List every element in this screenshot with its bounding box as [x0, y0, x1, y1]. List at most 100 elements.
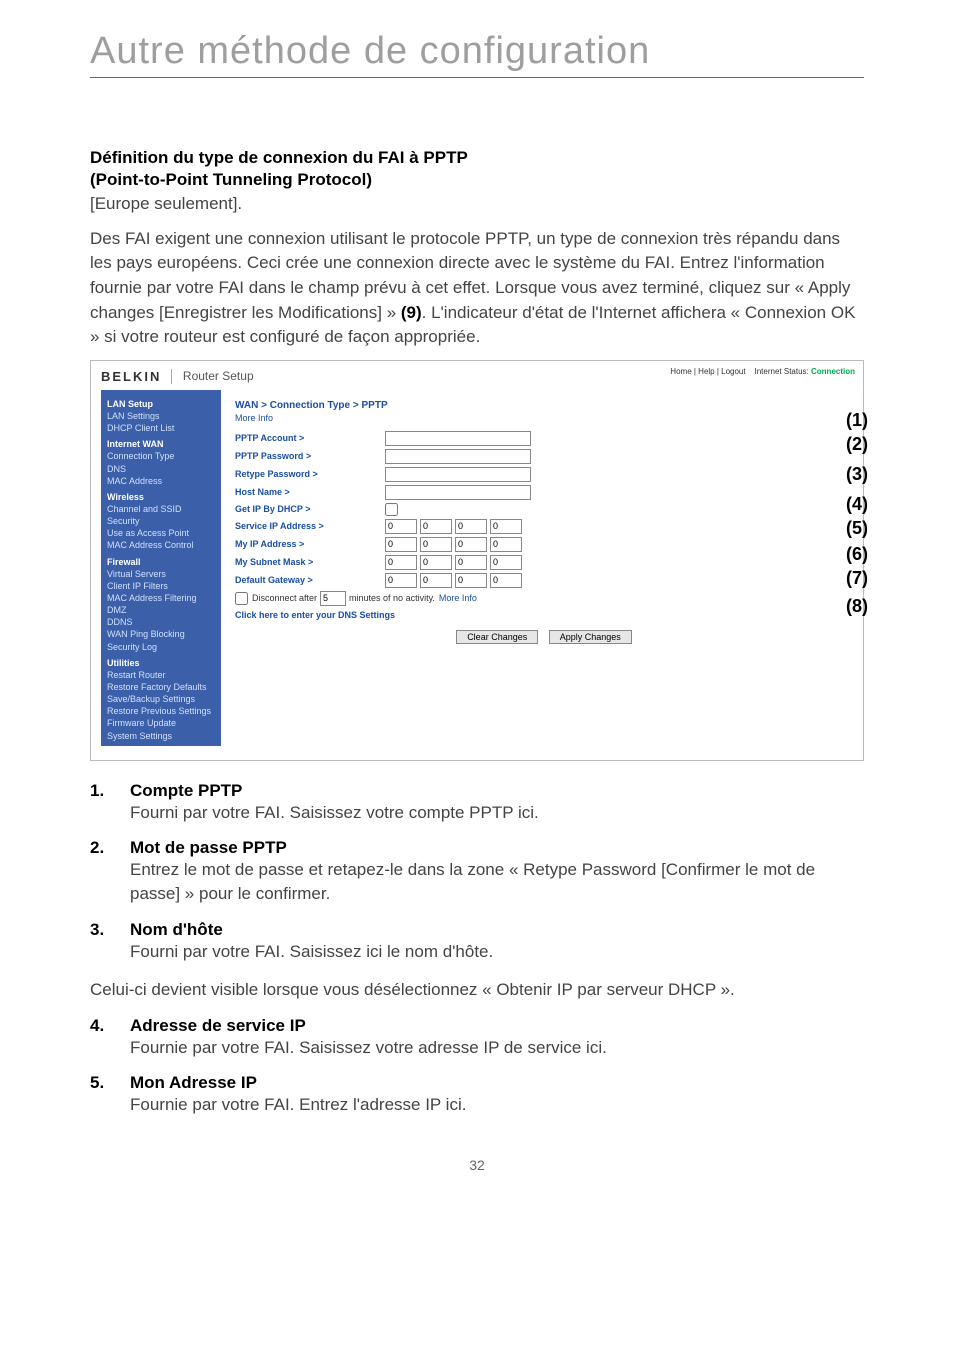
list-item-4: 4. Adresse de service IP Fournie par vot…: [90, 1016, 864, 1060]
brand-logo: BELKIN: [101, 369, 172, 384]
callout-2: (2): [846, 434, 868, 455]
list-item-3: 3. Nom d'hôte Fourni par votre FAI. Sais…: [90, 920, 864, 964]
input-service-ip-3[interactable]: [455, 519, 487, 534]
callout-7: (7): [846, 568, 868, 589]
sidebar-item[interactable]: DMZ: [107, 604, 215, 616]
sidebar-item[interactable]: Save/Backup Settings: [107, 693, 215, 705]
sidebar-item[interactable]: Security: [107, 515, 215, 527]
input-pptp-account[interactable]: [385, 431, 531, 446]
input-subnet-3[interactable]: [455, 555, 487, 570]
input-pptp-password[interactable]: [385, 449, 531, 464]
disconnect-more-info-link[interactable]: More Info: [439, 593, 477, 603]
item-number: 2.: [90, 838, 130, 858]
label-retype-password: Retype Password >: [235, 469, 385, 479]
sidebar-item[interactable]: DDNS: [107, 616, 215, 628]
dhcp-note: Celui-ci devient visible lorsque vous dé…: [90, 978, 864, 1002]
item-heading: Adresse de service IP: [130, 1016, 864, 1036]
apply-changes-button[interactable]: Apply Changes: [549, 630, 632, 644]
row-service-ip: Service IP Address >: [235, 519, 853, 534]
sidebar-item[interactable]: System Settings: [107, 730, 215, 742]
router-screenshot: BELKIN Router Setup Home | Help | Logout…: [90, 360, 864, 761]
callout-6: (6): [846, 544, 868, 565]
label-pptp-password: PPTP Password >: [235, 451, 385, 461]
row-pptp-account: PPTP Account >: [235, 431, 853, 446]
more-info-link[interactable]: More Info: [235, 413, 853, 423]
top-links: Home | Help | Logout Internet Status: Co…: [670, 367, 855, 376]
label-disconnect: Disconnect after: [252, 593, 317, 603]
input-subnet-1[interactable]: [385, 555, 417, 570]
sidebar-item[interactable]: MAC Address Filtering: [107, 592, 215, 604]
input-my-ip-1[interactable]: [385, 537, 417, 552]
item-heading: Compte PPTP: [130, 781, 864, 801]
sidebar-item[interactable]: MAC Address: [107, 475, 215, 487]
sidebar-item[interactable]: LAN Settings: [107, 410, 215, 422]
input-gateway-2[interactable]: [420, 573, 452, 588]
checkbox-disconnect[interactable]: [235, 592, 248, 605]
callout-5: (5): [846, 518, 868, 539]
sidebar-head-utilities: Utilities: [107, 657, 215, 669]
row-subnet: My Subnet Mask >: [235, 555, 853, 570]
input-my-ip-3[interactable]: [455, 537, 487, 552]
input-service-ip-2[interactable]: [420, 519, 452, 534]
item-heading: Nom d'hôte: [130, 920, 864, 940]
label-pptp-account: PPTP Account >: [235, 433, 385, 443]
list-item-2: 2. Mot de passe PPTP Entrez le mot de pa…: [90, 838, 864, 906]
europe-only: [Europe seulement].: [90, 192, 864, 217]
callout-8: (8): [846, 596, 868, 617]
input-gateway-1[interactable]: [385, 573, 417, 588]
row-gateway: Default Gateway >: [235, 573, 853, 588]
dns-settings-link[interactable]: Click here to enter your DNS Settings: [235, 610, 853, 620]
callout-1: (1): [846, 410, 868, 431]
intro-callout-9: (9): [401, 303, 422, 322]
label-my-ip: My IP Address >: [235, 539, 385, 549]
input-gateway-4[interactable]: [490, 573, 522, 588]
clear-changes-button[interactable]: Clear Changes: [456, 630, 538, 644]
input-host-name[interactable]: [385, 485, 531, 500]
sidebar-item[interactable]: Use as Access Point: [107, 527, 215, 539]
item-text: Fournie par votre FAI. Saisissez votre a…: [130, 1036, 864, 1060]
input-my-ip-2[interactable]: [420, 537, 452, 552]
internet-status-value: Connection: [811, 367, 855, 376]
item-text: Fournie par votre FAI. Entrez l'adresse …: [130, 1093, 864, 1117]
input-retype-password[interactable]: [385, 467, 531, 482]
item-number: 4.: [90, 1016, 130, 1036]
label-gateway: Default Gateway >: [235, 575, 385, 585]
sidebar-item[interactable]: Restore Previous Settings: [107, 705, 215, 717]
sidebar-item[interactable]: DNS: [107, 463, 215, 475]
input-service-ip-1[interactable]: [385, 519, 417, 534]
row-my-ip: My IP Address >: [235, 537, 853, 552]
item-heading: Mot de passe PPTP: [130, 838, 864, 858]
row-disconnect: Disconnect after minutes of no activity.…: [235, 591, 853, 606]
item-number: 1.: [90, 781, 130, 801]
title-underline: [90, 77, 864, 78]
item-text: Entrez le mot de passe et retapez-le dan…: [130, 858, 864, 906]
input-service-ip-4[interactable]: [490, 519, 522, 534]
sidebar-item[interactable]: Client IP Filters: [107, 580, 215, 592]
input-gateway-3[interactable]: [455, 573, 487, 588]
sidebar-item[interactable]: Virtual Servers: [107, 568, 215, 580]
header-links[interactable]: Home | Help | Logout: [670, 367, 745, 376]
sidebar-item[interactable]: Security Log: [107, 641, 215, 653]
sidebar-head-firewall: Firewall: [107, 556, 215, 568]
sidebar-item[interactable]: WAN Ping Blocking: [107, 628, 215, 640]
label-get-ip-dhcp: Get IP By DHCP >: [235, 504, 385, 514]
sidebar-item[interactable]: MAC Address Control: [107, 539, 215, 551]
item-text: Fourni par votre FAI. Saisissez votre co…: [130, 801, 864, 825]
sidebar-head-wan: Internet WAN: [107, 438, 215, 450]
checkbox-get-ip-dhcp[interactable]: [385, 503, 398, 516]
intro-paragraph: Des FAI exigent une connexion utilisant …: [90, 227, 864, 350]
callout-3: (3): [846, 464, 868, 485]
label-service-ip: Service IP Address >: [235, 521, 385, 531]
input-subnet-4[interactable]: [490, 555, 522, 570]
input-my-ip-4[interactable]: [490, 537, 522, 552]
sidebar-item[interactable]: Restart Router: [107, 669, 215, 681]
sidebar-item[interactable]: DHCP Client List: [107, 422, 215, 434]
input-subnet-2[interactable]: [420, 555, 452, 570]
sidebar-item[interactable]: Channel and SSID: [107, 503, 215, 515]
sidebar-item[interactable]: Restore Factory Defaults: [107, 681, 215, 693]
sidebar-head-wireless: Wireless: [107, 491, 215, 503]
sidebar-item[interactable]: Connection Type: [107, 450, 215, 462]
item-number: 5.: [90, 1073, 130, 1093]
sidebar-item[interactable]: Firmware Update: [107, 717, 215, 729]
input-disconnect-minutes[interactable]: [320, 591, 346, 606]
